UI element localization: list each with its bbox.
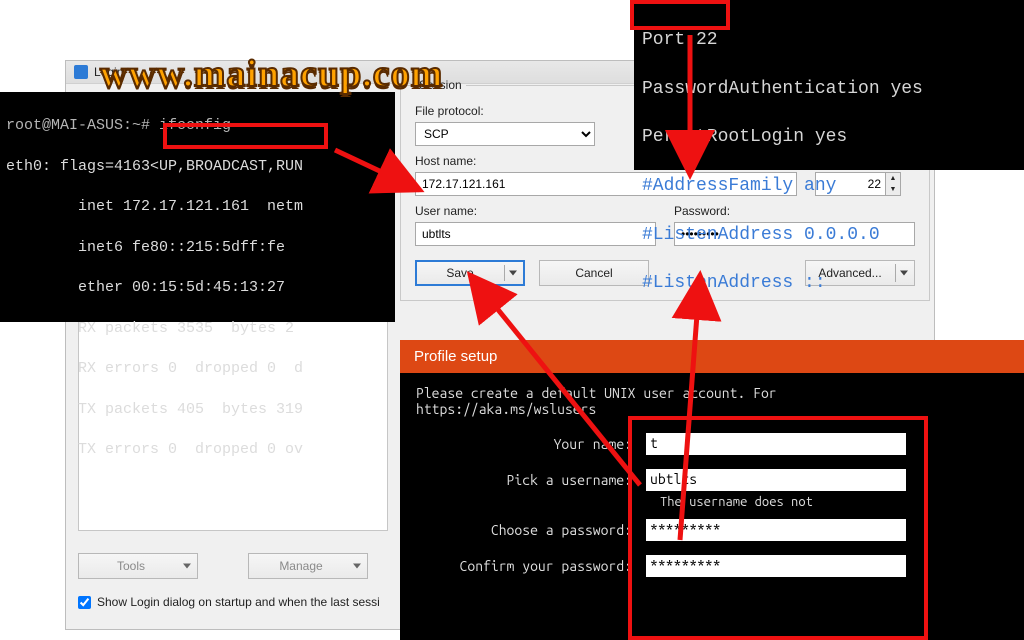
username-note: The username does not (660, 495, 1008, 509)
terminal-line: TX packets 405 bytes 319 (6, 400, 389, 420)
user-name-label: User name: (415, 204, 656, 218)
terminal-sshd-config: Port 22 PasswordAuthentication yes Permi… (634, 0, 1024, 170)
show-on-startup-label: Show Login dialog on startup and when th… (97, 595, 380, 609)
terminal-line: Port 22 (642, 28, 1016, 52)
terminal-line: #ListenAddress :: (642, 271, 1016, 295)
user-name-input[interactable] (415, 222, 656, 246)
pick-username-label: Pick a username: (416, 472, 646, 488)
tools-button[interactable]: Tools (78, 553, 198, 579)
ubuntu-profile-setup: Profile setup Please create a default UN… (400, 340, 1024, 640)
terminal-line: ether 00:15:5d:45:13:27 (6, 278, 389, 298)
confirm-password-label: Confirm your password: (416, 558, 646, 574)
terminal-line: #ListenAddress 0.0.0.0 (642, 223, 1016, 247)
show-on-startup-checkbox-input[interactable] (78, 596, 91, 609)
terminal-line: inet 172.17.121.161 netm (6, 197, 389, 217)
terminal-ifconfig: root@MAI-ASUS:~# ifconfig eth0: flags=41… (0, 92, 395, 322)
terminal-line: eth0: flags=4163<UP,BROADCAST,RUN (6, 157, 389, 177)
terminal-line: inet6 fe80::215:5dff:fe (6, 238, 389, 258)
confirm-password-input[interactable]: ********* (646, 555, 906, 577)
terminal-line: RX packets 3535 bytes 2 (6, 319, 389, 339)
terminal-line: root@MAI-ASUS:~# ifconfig (6, 116, 389, 136)
manage-button[interactable]: Manage (248, 553, 368, 579)
terminal-line: RX errors 0 dropped 0 d (6, 359, 389, 379)
terminal-line: PasswordAuthentication yes (642, 77, 1016, 101)
choose-password-label: Choose a password: (416, 522, 646, 538)
your-name-input[interactable]: t (646, 433, 906, 455)
watermark-text: www.mainacup.com (100, 52, 443, 96)
choose-password-input[interactable]: ********* (646, 519, 906, 541)
file-protocol-select[interactable]: SCP (415, 122, 595, 146)
profile-setup-intro: Please create a default UNIX user accoun… (416, 385, 1008, 417)
terminal-line: TX errors 0 dropped 0 ov (6, 440, 389, 460)
your-name-label: Your name: (416, 436, 646, 452)
pick-username-input[interactable]: ubtlts (646, 469, 906, 491)
app-icon (74, 65, 88, 79)
dialog-bottom-buttons: Tools Manage (78, 553, 388, 579)
profile-setup-header: Profile setup (400, 340, 1024, 373)
terminal-line: #AddressFamily any (642, 174, 1016, 198)
save-button[interactable]: Save (415, 260, 525, 286)
terminal-line: PermitRootLogin yes (642, 125, 1016, 149)
show-on-startup-checkbox[interactable]: Show Login dialog on startup and when th… (78, 595, 380, 609)
cancel-button[interactable]: Cancel (539, 260, 649, 286)
